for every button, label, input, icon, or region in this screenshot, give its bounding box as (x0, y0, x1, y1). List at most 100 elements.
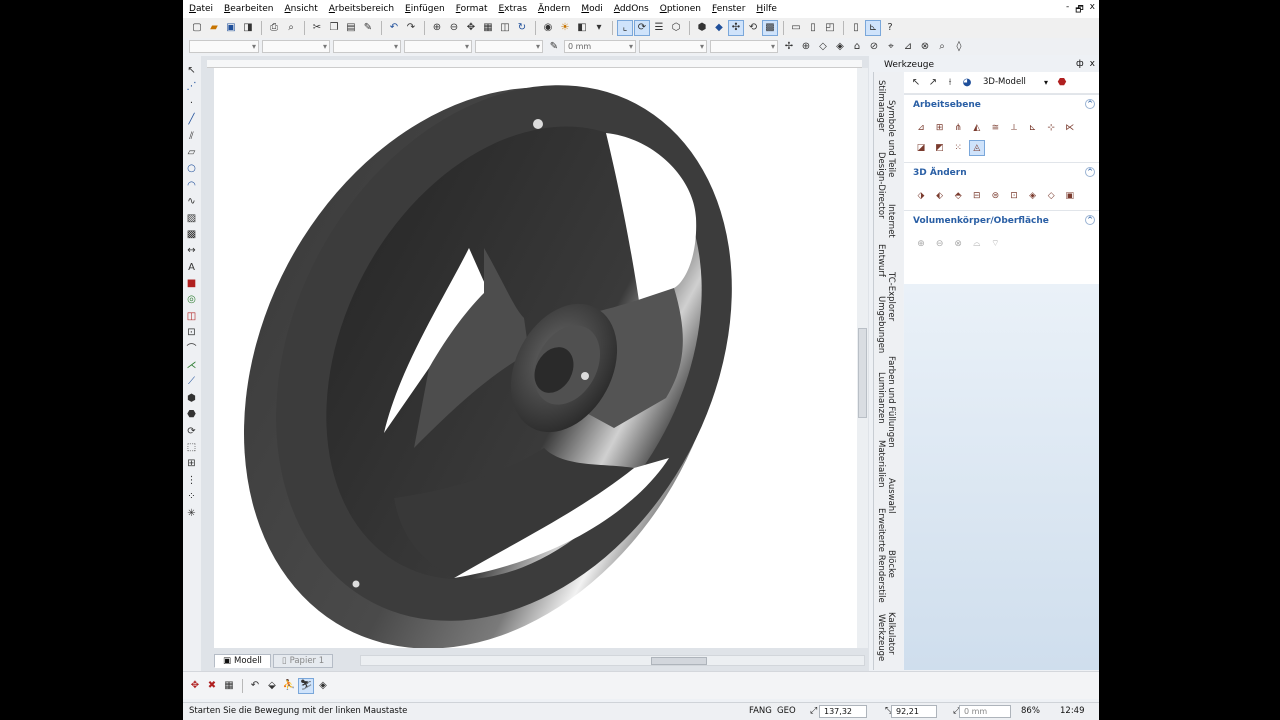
workplane-rotate-icon[interactable]: ⟂ (1006, 120, 1022, 136)
color-dropdown[interactable] (262, 40, 330, 53)
x-coordinate-field[interactable]: 137,32 mm (819, 705, 867, 720)
redo-icon[interactable]: ↷ (403, 20, 419, 36)
menu-optionen[interactable]: Optionen (660, 4, 701, 14)
camera-icon[interactable]: ◧ (574, 20, 590, 36)
tab-modell[interactable]: ▣ Modell (214, 654, 271, 668)
line-icon[interactable]: ╱ (185, 113, 199, 127)
model-viewport[interactable] (214, 68, 859, 648)
snap-end-icon[interactable]: ◇ (815, 39, 831, 55)
rectangle-icon[interactable]: ▱ (185, 146, 199, 160)
text-icon[interactable]: A (185, 261, 199, 275)
workplane-view-icon[interactable]: ⊹ (1043, 120, 1059, 136)
fill-dropdown[interactable] (475, 40, 543, 53)
zoom-all-icon[interactable]: ▦ (480, 20, 496, 36)
geo-toggle[interactable]: GEO (777, 706, 796, 716)
lights-icon[interactable]: ☀ (557, 20, 573, 36)
select-arrow-icon[interactable]: ↖ (908, 75, 924, 91)
walk-icon[interactable]: ⬙ (264, 678, 280, 694)
workplane-face-icon[interactable]: ◪ (913, 140, 929, 156)
help-pointer-icon[interactable]: ? (882, 20, 898, 36)
vtab-tc-explorer[interactable]: TC-Explorer (886, 272, 896, 321)
circle-icon[interactable]: ○ (185, 162, 199, 176)
section-3d-aendern-header[interactable]: 3D Ändern ^ (904, 162, 1099, 182)
print-preview-icon[interactable]: ⌕ (283, 20, 299, 36)
array-icon[interactable]: ⁘ (185, 490, 199, 504)
copy-icon[interactable]: ❐ (326, 20, 342, 36)
palette-icon[interactable]: ⬣ (1054, 75, 1070, 91)
block-icon[interactable]: ■ (185, 277, 199, 291)
revolve-icon[interactable]: ⟳ (185, 425, 199, 439)
vtab-umgebungen[interactable]: Umgebungen (876, 296, 886, 353)
measure-icon[interactable]: ⌒ (185, 343, 199, 357)
frame-3d-icon[interactable]: ▣ (1062, 188, 1078, 204)
horizontal-scroll-thumb[interactable] (651, 657, 707, 665)
symbol-icon[interactable]: ◎ (185, 293, 199, 307)
polyline-icon[interactable]: ⋰ (185, 80, 199, 94)
3d-view-icon[interactable]: ⬡ (668, 20, 684, 36)
vtab-werkzeuge[interactable]: Werkzeuge (876, 614, 886, 661)
y-coordinate-field[interactable]: 92,21 mm (891, 705, 937, 720)
grid-icon[interactable]: ▦ (221, 678, 237, 694)
close-panel-button[interactable]: x (1090, 59, 1095, 69)
solid-icon[interactable]: ⬢ (185, 392, 199, 406)
workplane-left-icon[interactable]: ⬚ (185, 441, 199, 455)
menu-einfuegen[interactable]: Einfügen (405, 4, 445, 14)
minimize-button[interactable]: - (1066, 2, 1069, 18)
menu-bearbeiten[interactable]: Bearbeiten (224, 4, 273, 14)
snap-nearest-icon[interactable]: ⊗ (917, 39, 933, 55)
boolean-subtract-icon[interactable]: ⊖ (932, 236, 948, 252)
workplane-world-icon[interactable]: ⊾ (1025, 120, 1041, 136)
walk-active-icon[interactable]: ⛷ (298, 677, 314, 694)
render-icon[interactable]: ◉ (540, 20, 556, 36)
menu-modi[interactable]: Modi (581, 4, 603, 14)
array-3d-icon[interactable]: ⊟ (969, 188, 985, 204)
snap-grid-icon[interactable]: ✢ (781, 39, 797, 55)
restore-button[interactable]: 🗗 (1075, 2, 1083, 18)
z-coordinate-field[interactable]: 0 mm (959, 705, 1011, 718)
explode-icon[interactable]: ✳ (185, 507, 199, 521)
mirror-icon[interactable]: ⋮ (185, 474, 199, 488)
hatch-icon[interactable]: ▨ (185, 212, 199, 226)
workplane-grid-icon[interactable]: ⊞ (932, 120, 948, 136)
undo-icon[interactable]: ↶ (386, 20, 402, 36)
linestyle-dropdown[interactable] (333, 40, 401, 53)
horizontal-scrollbar[interactable] (360, 655, 865, 666)
snap-center-icon[interactable]: ⊕ (798, 39, 814, 55)
workplane-3points-icon[interactable]: ⊿ (913, 120, 929, 136)
snap-quad-icon[interactable]: ⌂ (849, 39, 865, 55)
fillet-icon[interactable]: ⌓ (969, 236, 985, 252)
move-view-icon[interactable]: ✣ (728, 20, 744, 36)
scale-3d-icon[interactable]: ⊡ (1006, 188, 1022, 204)
new-file-icon[interactable]: ▢ (189, 20, 205, 36)
menu-format[interactable]: Format (456, 4, 488, 14)
format-painter-icon[interactable]: ✎ (360, 20, 376, 36)
workplane-active-icon[interactable]: ◬ (968, 140, 985, 156)
vertical-scroll-thumb[interactable] (858, 328, 867, 418)
slice-icon[interactable]: ◇ (1043, 188, 1059, 204)
linewidth-dropdown[interactable] (404, 40, 472, 53)
pen-dropdown[interactable] (710, 40, 778, 53)
ortho-icon[interactable]: ⊾ (865, 20, 881, 36)
extrude-icon[interactable]: ⬣ (185, 408, 199, 422)
curve-icon[interactable]: ∿ (185, 195, 199, 209)
vtab-symbole-und-teile[interactable]: Symbole und Teile (886, 100, 896, 177)
collapse-icon[interactable]: ^ (1085, 99, 1095, 109)
workplane-object-icon[interactable]: ◩ (932, 140, 948, 156)
workplane-tangent-icon[interactable]: ⋉ (1062, 120, 1078, 136)
named-views-icon[interactable]: ▭ (788, 20, 804, 36)
double-line-icon[interactable]: ⫽ (185, 130, 199, 144)
save-icon[interactable]: ▣ (223, 20, 239, 36)
vtab-bloecke[interactable]: Blöcke (886, 550, 896, 578)
menu-fenster[interactable]: Fenster (712, 4, 745, 14)
layer-dropdown[interactable] (189, 40, 259, 53)
vtab-luminanzen[interactable]: Luminanzen (876, 372, 886, 424)
pin-panel-button[interactable]: ф (1076, 59, 1084, 69)
vtab-entwurf[interactable]: Entwurf (876, 244, 886, 277)
chamfer-icon[interactable]: ⌔ (987, 236, 1003, 252)
point-icon[interactable]: · (185, 97, 199, 111)
style-dropdown[interactable] (639, 40, 707, 53)
collapse-icon[interactable]: ^ (1085, 167, 1095, 177)
vtab-auswahl[interactable]: Auswahl (886, 478, 896, 514)
cancel-x-icon[interactable]: ✖ (204, 678, 220, 694)
viewports-icon[interactable]: ◰ (822, 20, 838, 36)
